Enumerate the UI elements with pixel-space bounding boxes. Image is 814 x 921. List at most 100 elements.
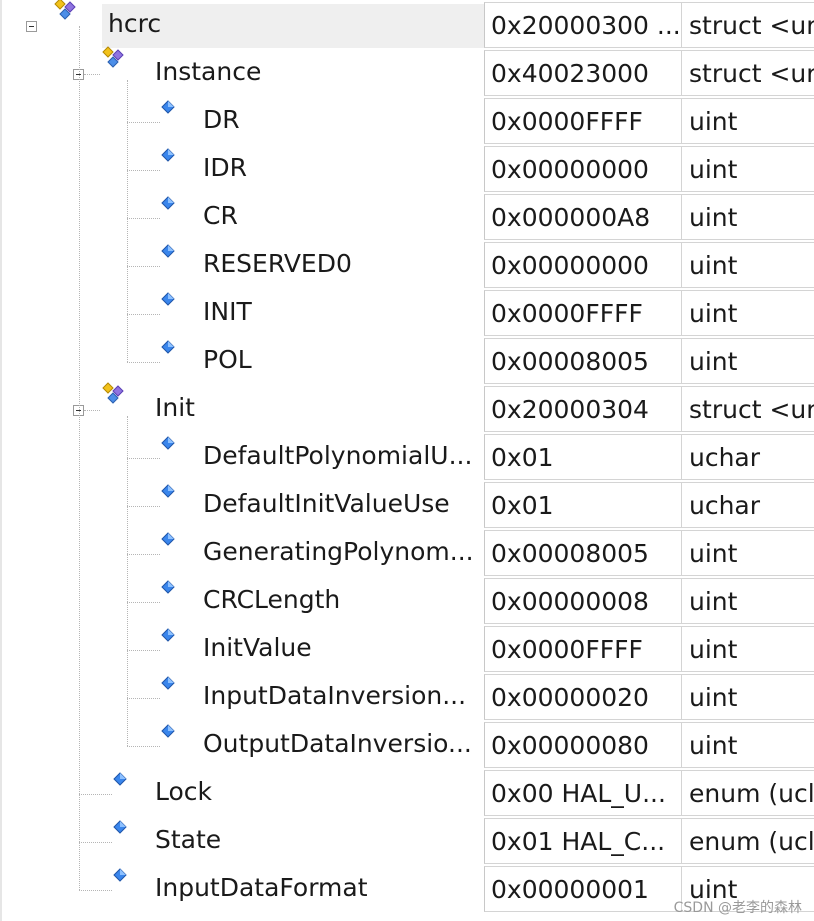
field-member-icon: [160, 676, 176, 698]
tree-connector-line: [127, 362, 160, 363]
value-cell[interactable]: 0x00000020: [484, 674, 682, 720]
tree-row[interactable]: IDR 0x00000000 uint: [0, 146, 814, 194]
member-name: OutputDataInversio...: [203, 729, 472, 758]
member-name: GeneratingPolynom...: [203, 537, 474, 566]
member-name: Lock: [155, 777, 213, 806]
type-cell: struct <ur: [682, 50, 814, 96]
value-cell[interactable]: 0x01: [484, 434, 682, 480]
tree-connector-line: [127, 554, 160, 555]
field-member-icon: [160, 532, 176, 554]
value-cell[interactable]: 0x00000008: [484, 578, 682, 624]
value-cell[interactable]: 0x40023000: [484, 50, 682, 96]
member-name: DR: [203, 105, 240, 134]
member-name: POL: [203, 345, 252, 374]
value-cell[interactable]: 0x20000304: [484, 386, 682, 432]
type-cell: uint: [682, 98, 814, 144]
value-cell[interactable]: 0x01: [484, 482, 682, 528]
value-cell[interactable]: 0x00 HAL_U...: [484, 770, 682, 816]
tree-row[interactable]: DefaultPolynomialU... 0x01 uchar: [0, 434, 814, 482]
tree-row[interactable]: OutputDataInversio... 0x00000080 uint: [0, 722, 814, 770]
tree-connector-line: [127, 746, 160, 747]
type-cell: uint: [682, 578, 814, 624]
field-member-icon: [160, 292, 176, 314]
value-cell[interactable]: 0x00000001: [484, 866, 682, 912]
value-cell[interactable]: 0x00000000: [484, 242, 682, 288]
member-name: Instance: [155, 57, 262, 86]
tree-row[interactable]: CRCLength 0x00000008 uint: [0, 578, 814, 626]
tree-row[interactable]: POL 0x00008005 uint: [0, 338, 814, 386]
type-cell: uint: [682, 194, 814, 240]
tree-row[interactable]: Instance 0x40023000 struct <ur: [0, 46, 814, 98]
field-member-icon: [160, 628, 176, 650]
struct-member-icon: [54, 0, 80, 24]
value-cell[interactable]: 0x000000A8: [484, 194, 682, 240]
value-cell[interactable]: 0x0000FFFF: [484, 98, 682, 144]
value-cell[interactable]: 0x01 HAL_C...: [484, 818, 682, 864]
type-cell: enum (ucl: [682, 770, 814, 816]
type-cell: enum (ucl: [682, 818, 814, 864]
watch-tree: hcrc 0x20000300 ... struct <ur Instance 0x40…: [0, 0, 814, 921]
type-cell: uchar: [682, 482, 814, 528]
value-cell[interactable]: 0x00000000: [484, 146, 682, 192]
tree-connector-line: [127, 458, 160, 459]
tree-connector-line: [79, 794, 112, 795]
value-cell[interactable]: 0x00008005: [484, 530, 682, 576]
value-cell[interactable]: 0x0000FFFF: [484, 626, 682, 672]
tree-connector-line: [127, 506, 160, 507]
type-cell: uint: [682, 674, 814, 720]
field-member-icon: [112, 868, 128, 890]
tree-connector-line: [79, 842, 112, 843]
tree-connector-line: [127, 314, 160, 315]
watermark: CSDN @老李的森林: [673, 900, 802, 916]
tree-connector-line: [127, 266, 160, 267]
field-member-icon: [160, 196, 176, 218]
field-member-icon: [160, 100, 176, 122]
tree-row[interactable]: InputDataInversion... 0x00000020 uint: [0, 674, 814, 722]
type-cell: uint: [682, 626, 814, 672]
member-name: hcrc: [108, 9, 162, 38]
field-member-icon: [112, 772, 128, 794]
member-name: INIT: [203, 297, 252, 326]
field-member-icon: [160, 148, 176, 170]
member-name: DefaultPolynomialU...: [203, 441, 473, 470]
type-cell: uint: [682, 242, 814, 288]
tree-row[interactable]: Lock 0x00 HAL_U... enum (ucl: [0, 770, 814, 818]
name-cell[interactable]: [149, 388, 484, 432]
tree-connector-line: [79, 26, 80, 890]
tree-connector-line: [127, 416, 128, 746]
type-cell: uint: [682, 722, 814, 768]
member-name: CRCLength: [203, 585, 341, 614]
tree-row[interactable]: RESERVED0 0x00000000 uint: [0, 242, 814, 290]
type-cell: uint: [682, 338, 814, 384]
tree-row[interactable]: CR 0x000000A8 uint: [0, 194, 814, 242]
tree-row[interactable]: GeneratingPolynom... 0x00008005 uint: [0, 530, 814, 578]
member-name: DefaultInitValueUse: [203, 489, 450, 518]
tree-row[interactable]: State 0x01 HAL_C... enum (ucl: [0, 818, 814, 866]
tree-connector-line: [127, 602, 160, 603]
name-cell[interactable]: [197, 100, 484, 144]
tree-row[interactable]: hcrc 0x20000300 ... struct <ur: [0, 0, 814, 50]
tree-connector-line: [84, 74, 100, 75]
field-member-icon: [160, 340, 176, 362]
tree-row[interactable]: DefaultInitValueUse 0x01 uchar: [0, 482, 814, 530]
collapse-toggle-icon[interactable]: [26, 21, 37, 32]
field-member-icon: [160, 580, 176, 602]
type-cell: struct <ur: [682, 386, 814, 432]
value-cell[interactable]: 0x00008005: [484, 338, 682, 384]
value-cell[interactable]: 0x00000080: [484, 722, 682, 768]
struct-member-icon: [102, 46, 128, 72]
type-cell: uint: [682, 290, 814, 336]
name-cell[interactable]: [197, 196, 484, 240]
value-cell[interactable]: 0x0000FFFF: [484, 290, 682, 336]
field-member-icon: [160, 724, 176, 746]
member-name: RESERVED0: [203, 249, 352, 278]
tree-connector-line: [127, 698, 160, 699]
tree-row[interactable]: InitValue 0x0000FFFF uint: [0, 626, 814, 674]
tree-row[interactable]: DR 0x0000FFFF uint: [0, 98, 814, 146]
tree-row[interactable]: INIT 0x0000FFFF uint: [0, 290, 814, 338]
tree-connector-line: [84, 410, 100, 411]
tree-connector-line: [127, 122, 160, 123]
tree-row[interactable]: Init 0x20000304 struct <ur: [0, 382, 814, 434]
field-member-icon: [160, 484, 176, 506]
value-cell[interactable]: 0x20000300 ...: [484, 2, 682, 48]
